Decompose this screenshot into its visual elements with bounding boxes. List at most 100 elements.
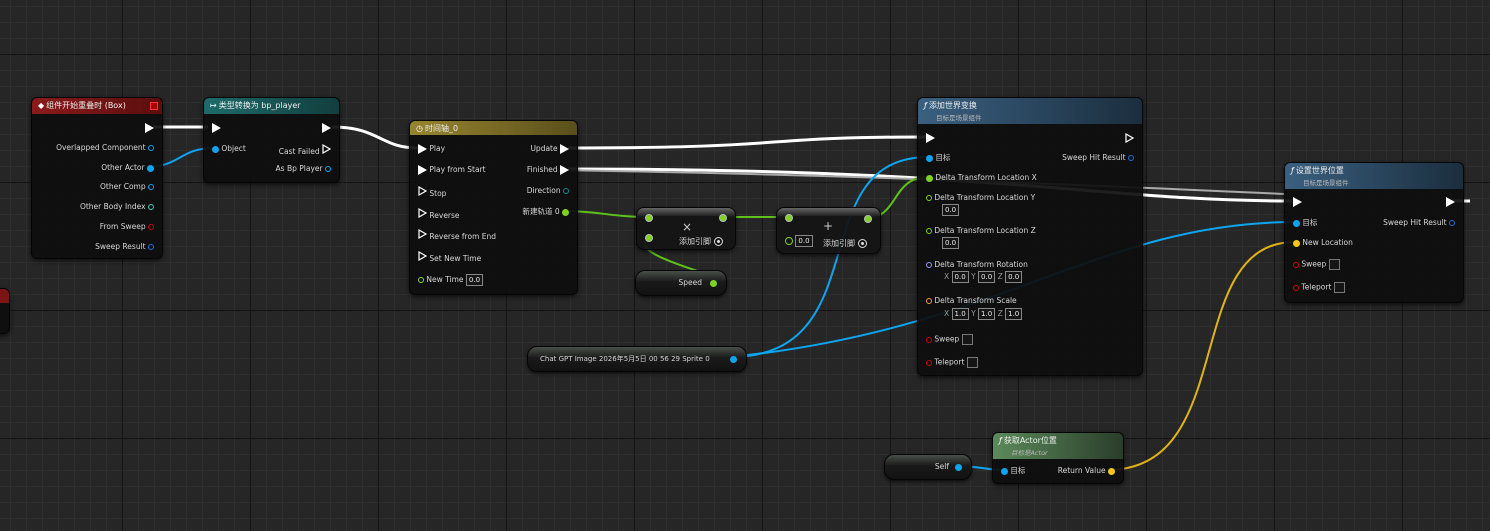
multiply-node[interactable]: × 添加引脚 bbox=[636, 207, 736, 250]
awt-delta-loc-x[interactable]: Delta Transform Location X bbox=[926, 173, 1037, 183]
add-output[interactable] bbox=[864, 214, 872, 224]
add-world-transform-node[interactable]: ƒ 添加世界变换 目标是场景组件 目标 Sweep Hit Result Delt… bbox=[917, 97, 1143, 376]
swl-exec-in[interactable] bbox=[1293, 197, 1302, 207]
add-input-a[interactable] bbox=[785, 213, 793, 223]
pin-other-body-index[interactable]: Other Body Index bbox=[80, 202, 154, 212]
get-actor-location-node[interactable]: ƒ 获取Actor位置 目标是Actor 目标 Return Value bbox=[992, 432, 1124, 484]
awt-sweep[interactable]: Sweep bbox=[926, 334, 973, 345]
speed-variable-node[interactable]: Speed bbox=[635, 270, 727, 296]
speed-output-pin[interactable] bbox=[710, 278, 717, 288]
timeline-node[interactable]: ◷ 时间轴_0 Play Play from Start Stop Reverse… bbox=[409, 120, 578, 295]
swl-new-location[interactable]: New Location bbox=[1293, 238, 1353, 248]
self-node[interactable]: Self bbox=[884, 454, 972, 480]
pin-overlapped-component[interactable]: Overlapped Component bbox=[56, 143, 154, 153]
add-input-b[interactable]: 0.0 bbox=[785, 235, 813, 247]
pin-cast-failed[interactable]: Cast Failed bbox=[279, 143, 332, 157]
pin-object[interactable]: Object bbox=[212, 144, 246, 154]
pin-from-sweep[interactable]: From Sweep bbox=[100, 222, 154, 232]
swl-target[interactable]: 目标 bbox=[1293, 218, 1317, 228]
pin-reverse[interactable]: Reverse bbox=[418, 207, 460, 221]
multiply-input-b[interactable] bbox=[645, 233, 653, 243]
add-node[interactable]: 0.0 + 添加引脚 bbox=[776, 207, 881, 254]
awt-rot-z-input[interactable]: 0.0 bbox=[1005, 271, 1023, 283]
pin-finished[interactable]: Finished bbox=[527, 165, 569, 175]
pin-new-time[interactable]: New Time 0.0 bbox=[418, 274, 484, 286]
awt-scale-y-input[interactable]: 1.0 bbox=[978, 308, 996, 320]
pin-reverse-from-end[interactable]: Reverse from End bbox=[418, 228, 496, 242]
pin-play[interactable]: Play bbox=[418, 144, 445, 154]
exec-wire-cast-to-play bbox=[331, 125, 419, 150]
awt-sweep-hit-result[interactable]: Sweep Hit Result bbox=[1062, 153, 1134, 163]
rot-z-label: Z bbox=[997, 272, 1003, 281]
swl-teleport[interactable]: Teleport bbox=[1293, 282, 1345, 293]
add-world-transform-subtitle: 目标是场景组件 bbox=[936, 114, 982, 122]
pin-other-comp[interactable]: Other Comp bbox=[100, 182, 154, 192]
new-time-input[interactable]: 0.0 bbox=[465, 274, 484, 286]
gal-return-value[interactable]: Return Value bbox=[1058, 466, 1115, 476]
cast-node-bp-player[interactable]: ↦ 类型转换为 bp_player Object Cast Failed As B… bbox=[203, 97, 340, 183]
object-pin-icon bbox=[730, 355, 737, 363]
float-pin-icon bbox=[785, 237, 793, 245]
add-pin-label: 添加引脚 bbox=[823, 239, 855, 248]
set-world-location-node[interactable]: ƒ 设置世界位置 目标是场景组件 目标 Sweep Hit Result New … bbox=[1284, 162, 1464, 303]
awt-exec-out[interactable] bbox=[1125, 132, 1135, 146]
exec-in-empty-icon bbox=[418, 228, 428, 240]
multiply-add-pin[interactable]: 添加引脚 bbox=[679, 237, 723, 247]
multiply-input-a[interactable] bbox=[645, 213, 653, 223]
pin-label: Teleport bbox=[934, 357, 965, 367]
awt-exec-in[interactable] bbox=[926, 133, 935, 143]
awt-delta-loc-y[interactable]: Delta Transform Location Y bbox=[926, 193, 1035, 203]
object-pin-icon bbox=[148, 145, 154, 151]
cast-node-title: 类型转换为 bp_player bbox=[218, 101, 301, 110]
cast-exec-in[interactable] bbox=[212, 123, 221, 133]
pin-update[interactable]: Update bbox=[530, 144, 569, 154]
awt-rot-y-input[interactable]: 0.0 bbox=[978, 271, 996, 283]
awt-scale-x-input[interactable]: 1.0 bbox=[951, 308, 969, 320]
pin-new-track-0[interactable]: 新建轨道 0 bbox=[522, 207, 569, 217]
awt-sweep-checkbox[interactable] bbox=[961, 334, 973, 345]
cast-exec-out[interactable] bbox=[322, 123, 331, 133]
sprite-variable-node[interactable]: Chat GPT Image 2026年5月5日 00 56 29 Sprite… bbox=[527, 346, 747, 372]
awt-scale-z-input[interactable]: 1.0 bbox=[1005, 308, 1023, 320]
pin-as-bp-player[interactable]: As Bp Player bbox=[276, 164, 331, 174]
awt-delta-loc-y-input[interactable]: 0.0 bbox=[942, 204, 960, 216]
pin-sweep-result[interactable]: Sweep Result bbox=[95, 242, 154, 252]
pin-set-new-time[interactable]: Set New Time bbox=[418, 250, 481, 264]
awt-target[interactable]: 目标 bbox=[926, 153, 950, 163]
awt-delta-loc-z[interactable]: Delta Transform Location Z bbox=[926, 226, 1036, 236]
set-world-location-header: ƒ 设置世界位置 目标是场景组件 bbox=[1285, 163, 1463, 189]
multiply-output[interactable] bbox=[719, 213, 727, 223]
swl-sweep-checkbox[interactable] bbox=[1328, 259, 1340, 270]
pin-label: New Time bbox=[426, 275, 464, 284]
add-world-transform-title: 添加世界变换 bbox=[928, 101, 977, 110]
pin-stop[interactable]: Stop bbox=[418, 185, 446, 199]
add-add-pin[interactable]: 添加引脚 bbox=[823, 239, 867, 249]
add-pin-icon bbox=[857, 239, 867, 248]
add-input-b-value[interactable]: 0.0 bbox=[795, 235, 813, 247]
awt-teleport-checkbox[interactable] bbox=[966, 357, 978, 368]
event-node-begin-overlap[interactable]: ◆ 组件开始重叠时 (Box) Overlapped Component Othe… bbox=[31, 97, 163, 259]
self-output-pin[interactable] bbox=[955, 462, 962, 472]
offscreen-node-partial[interactable] bbox=[0, 288, 10, 334]
swl-sweep-hit-result[interactable]: Sweep Hit Result bbox=[1383, 218, 1455, 228]
swl-teleport-checkbox[interactable] bbox=[1333, 282, 1345, 293]
pin-label: Play bbox=[429, 144, 446, 153]
function-icon: ƒ bbox=[924, 101, 927, 110]
swl-sweep[interactable]: Sweep bbox=[1293, 259, 1340, 270]
sprite-output-pin[interactable] bbox=[730, 354, 737, 364]
pin-direction[interactable]: Direction bbox=[527, 186, 569, 196]
exec-out-icon bbox=[560, 144, 569, 154]
gal-target[interactable]: 目标 bbox=[1001, 466, 1025, 476]
pin-label: Sweep Result bbox=[95, 242, 146, 251]
float-pin-icon bbox=[926, 195, 932, 201]
awt-rot-x-input[interactable]: 0.0 bbox=[951, 271, 969, 283]
swl-exec-out[interactable] bbox=[1446, 197, 1455, 207]
awt-delta-rotation[interactable]: Delta Transform Rotation bbox=[926, 260, 1028, 270]
awt-teleport[interactable]: Teleport bbox=[926, 357, 978, 368]
event-exec-out[interactable] bbox=[145, 123, 154, 133]
awt-delta-loc-z-input[interactable]: 0.0 bbox=[942, 237, 960, 249]
pin-other-actor[interactable]: Other Actor bbox=[101, 163, 154, 173]
awt-delta-scale[interactable]: Delta Transform Scale bbox=[926, 296, 1017, 306]
pin-play-from-start[interactable]: Play from Start bbox=[418, 165, 486, 175]
event-node-delegate-icon[interactable] bbox=[150, 102, 158, 110]
